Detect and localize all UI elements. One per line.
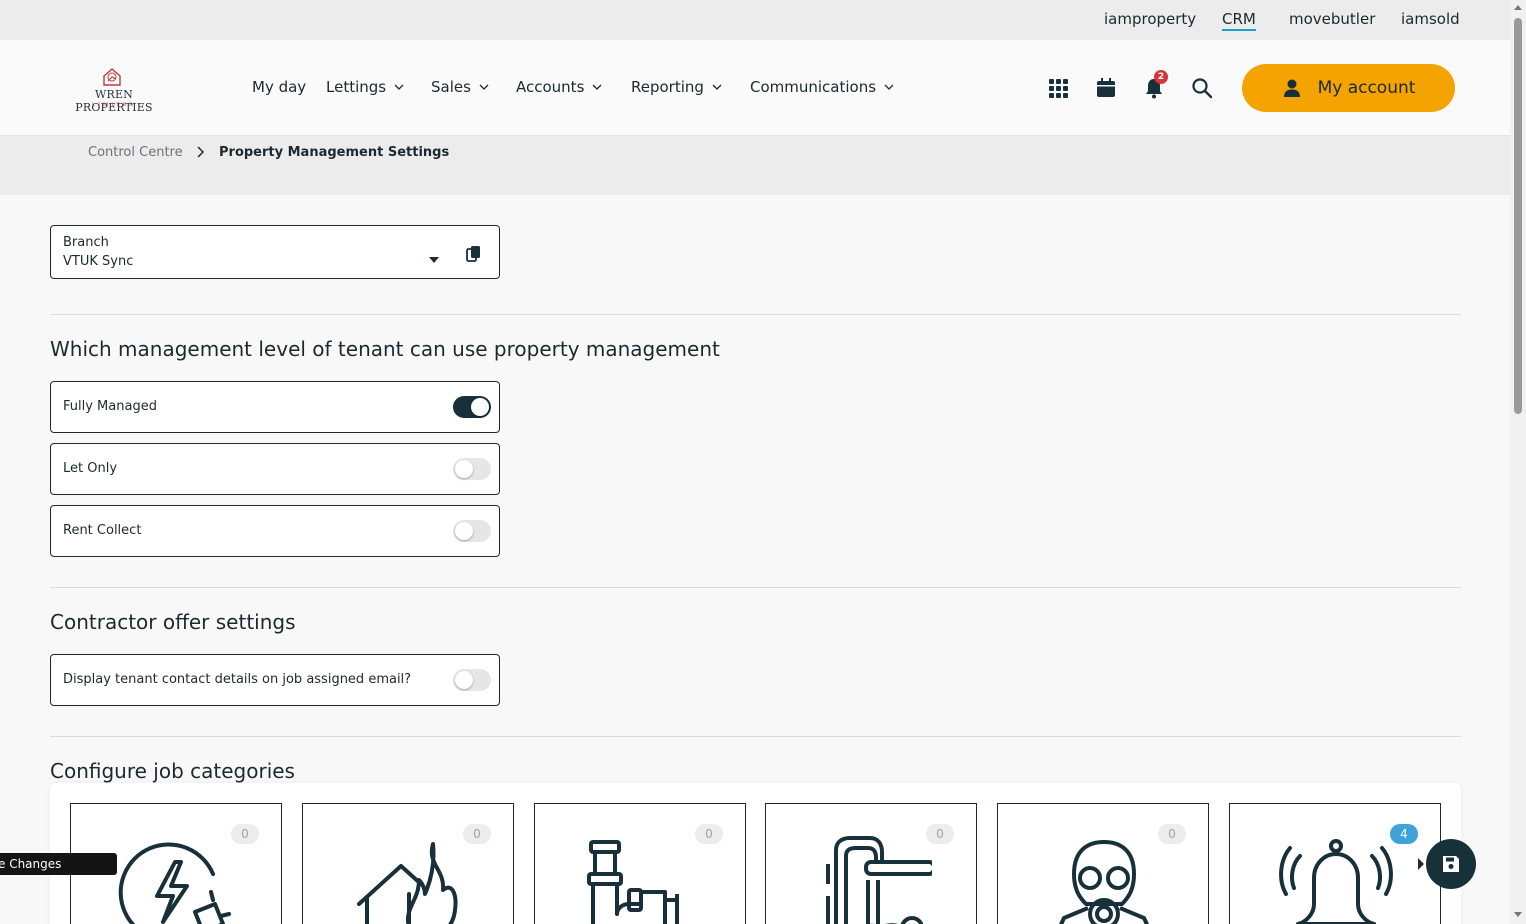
category-card-plumbing[interactable]: 0 [534, 803, 746, 924]
save-icon [1443, 856, 1459, 872]
product-link-movebutler[interactable]: movebutler [1289, 10, 1375, 28]
category-card-fire[interactable]: 0 [302, 803, 514, 924]
fully-managed-toggle[interactable] [453, 396, 491, 418]
breadcrumb-control-centre[interactable]: Control Centre [88, 145, 183, 160]
chevron-down-icon [592, 84, 602, 90]
toggle-label: Fully Managed [63, 399, 157, 414]
toggle-row-fully-managed: Fully Managed [50, 381, 500, 433]
chevron-right-icon [197, 146, 205, 158]
category-card-alarms[interactable]: 4 [1229, 803, 1441, 924]
nav-my-day-label: My day [252, 78, 307, 96]
scroll-up-icon[interactable] [1514, 4, 1522, 12]
rent-collect-toggle[interactable] [453, 520, 491, 542]
scroll-down-icon[interactable] [1514, 910, 1522, 918]
section-divider [50, 314, 1461, 315]
copy-icon[interactable] [466, 245, 482, 263]
chevron-down-icon [479, 84, 489, 90]
nav-lettings-label: Lettings [326, 78, 387, 96]
nav-my-day[interactable]: My day [252, 78, 306, 96]
breadcrumb-current-page: Property Management Settings [219, 145, 450, 160]
branch-select[interactable]: Branch VTUK Sync [50, 225, 500, 279]
toggle-label: Display tenant contact details on job as… [63, 672, 412, 687]
nav-communications-label: Communications [750, 78, 877, 96]
notification-badge: 2 [1154, 70, 1168, 84]
house-logo-icon [103, 68, 121, 86]
nav-reporting-label: Reporting [631, 78, 704, 96]
search-icon[interactable] [1190, 76, 1214, 100]
breadcrumb: Control Centre Property Management Setti… [0, 136, 1510, 195]
chevron-down-icon [884, 84, 894, 90]
branch-label: Branch [63, 235, 109, 250]
management-level-title: Which management level of tenant can use… [50, 337, 720, 361]
nav-accounts[interactable]: Accounts [516, 78, 602, 96]
logo-name: WREN PROPERTIES [75, 88, 153, 114]
toggle-knob [455, 522, 473, 540]
toggle-row-rent-collect: Rent Collect [50, 505, 500, 557]
toggle-label: Let Only [63, 461, 118, 476]
branch-value: VTUK Sync [63, 254, 134, 269]
product-link-iamsold[interactable]: iamsold [1401, 10, 1460, 28]
apps-grid-icon[interactable] [1046, 76, 1070, 100]
contractor-settings-title: Contractor offer settings [50, 610, 296, 634]
nav-lettings[interactable]: Lettings [326, 78, 404, 96]
my-account-button[interactable]: My account [1242, 64, 1455, 112]
section-divider [50, 587, 1461, 588]
toggle-knob [455, 460, 473, 478]
page-scrollbar[interactable] [1510, 0, 1526, 924]
category-card-locks[interactable]: 0 [765, 803, 977, 924]
category-card-gas[interactable]: 0 [997, 803, 1209, 924]
nav-communications[interactable]: Communications [750, 78, 894, 96]
job-categories-title: Configure job categories [50, 759, 295, 783]
chevron-down-icon [712, 84, 722, 90]
caret-down-icon [429, 257, 439, 263]
product-link-crm[interactable]: CRM [1222, 10, 1256, 31]
toggle-label: Rent Collect [63, 523, 142, 538]
chevron-down-icon [394, 84, 404, 90]
section-divider [50, 736, 1461, 737]
product-link-iamproperty[interactable]: iamproperty [1104, 10, 1196, 28]
nav-reporting[interactable]: Reporting [631, 78, 722, 96]
electrical-icon [118, 842, 231, 924]
company-logo[interactable]: WREN PROPERTIES LIMITED [56, 65, 172, 114]
door-lock-icon [826, 836, 932, 924]
fire-house-icon [357, 842, 458, 924]
scrollbar-thumb[interactable] [1514, 18, 1522, 414]
toggle-knob [455, 671, 473, 689]
logo-subtitle: LIMITED [91, 102, 137, 108]
carousel-next-icon[interactable] [1417, 858, 1425, 870]
plumbing-icon [587, 840, 679, 924]
calendar-icon[interactable] [1094, 76, 1118, 100]
product-switcher-bar: iamproperty CRM movebutler iamsold [0, 0, 1510, 40]
my-account-label: My account [1317, 78, 1416, 98]
toggle-knob [471, 398, 489, 416]
alarm-bell-icon [1279, 839, 1393, 924]
toggle-row-tenant-contact: Display tenant contact details on job as… [50, 654, 500, 706]
tenant-contact-toggle[interactable] [453, 669, 491, 691]
user-icon [1283, 79, 1300, 97]
save-changes-button[interactable] [1426, 839, 1476, 889]
nav-sales[interactable]: Sales [431, 78, 489, 96]
save-changes-tooltip: e Changes [0, 853, 117, 875]
nav-accounts-label: Accounts [516, 78, 585, 96]
toggle-row-let-only: Let Only [50, 443, 500, 495]
gas-mask-icon [1059, 840, 1149, 924]
nav-sales-label: Sales [431, 78, 471, 96]
main-header: WREN PROPERTIES LIMITED My day Lettings … [0, 40, 1510, 136]
let-only-toggle[interactable] [453, 458, 491, 480]
